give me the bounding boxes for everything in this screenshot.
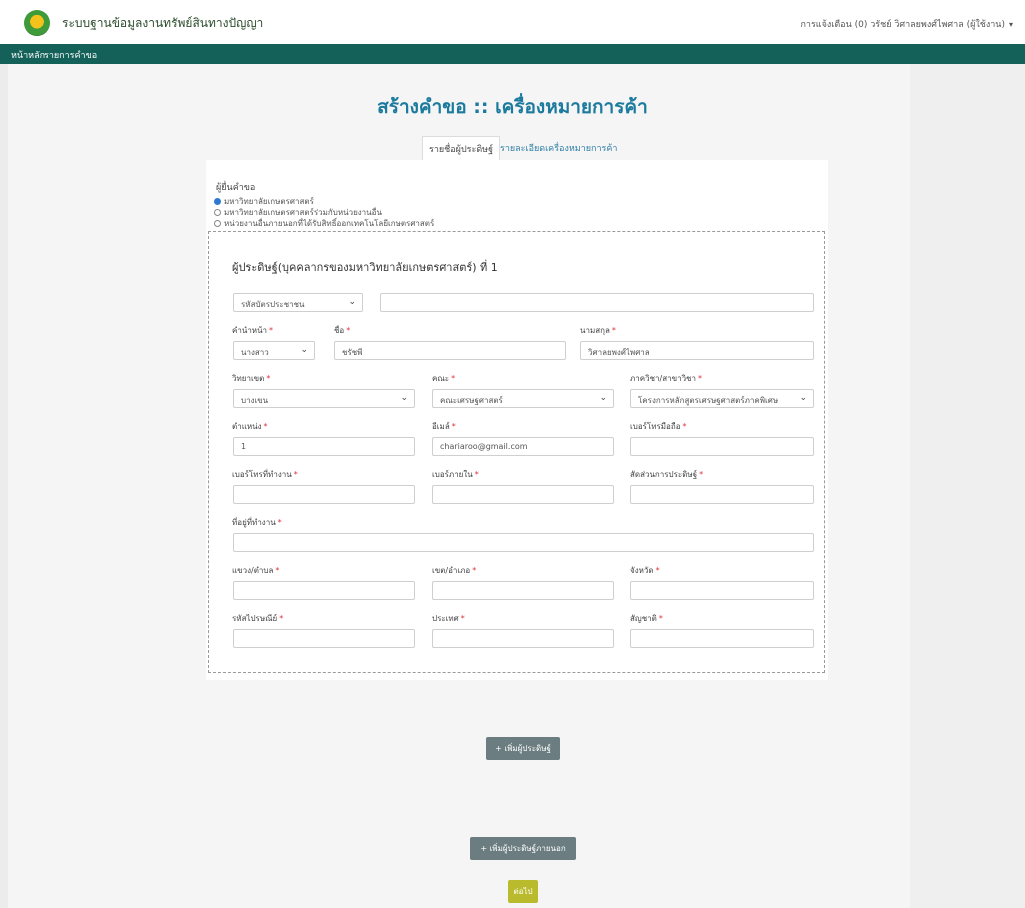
first-name-label: ชื่อ * bbox=[334, 326, 351, 335]
country-input[interactable] bbox=[432, 629, 614, 648]
campus-label: วิทยาเขต * bbox=[232, 374, 271, 383]
postcode-input[interactable] bbox=[233, 629, 415, 648]
id-type-select[interactable]: รหัสบัตรประชาชน ⌄ bbox=[233, 293, 363, 312]
radio-label: มหาวิทยาลัยเกษตรศาสตร์ bbox=[224, 197, 314, 206]
country-label-text: ประเทศ bbox=[432, 614, 459, 623]
chevron-down-icon: ⌄ bbox=[300, 345, 308, 355]
subdistrict-label-text: แขวง/ตำบล bbox=[232, 566, 274, 575]
tab-trademark-details[interactable]: รายละเอียดเครื่องหมายการค้า bbox=[494, 136, 623, 160]
inventor-section-title: ผู้ประดิษฐ์(บุคคลากรของมหาวิทยาลัยเกษตรศ… bbox=[232, 261, 498, 274]
chevron-down-icon[interactable]: ▾ bbox=[1009, 20, 1013, 29]
ratio-label: สัดส่วนการประดิษฐ์ * bbox=[630, 470, 704, 479]
department-select[interactable]: โครงการหลักสูตรเศรษฐศาสตร์ภาคพิเศษ ⌄ bbox=[630, 389, 814, 408]
province-label: จังหวัด * bbox=[630, 566, 660, 575]
prefix-value: นางสาว bbox=[241, 348, 269, 357]
office-phone-label-text: เบอร์โทรที่ทำงาน bbox=[232, 470, 292, 479]
district-input[interactable] bbox=[432, 581, 614, 600]
share-label-text: เบอร์ภายใน bbox=[432, 470, 473, 479]
department-label-text: ภาควิชา/สาขาวิชา bbox=[630, 374, 696, 383]
province-input[interactable] bbox=[630, 581, 814, 600]
campus-select[interactable]: บางเขน ⌄ bbox=[233, 389, 415, 408]
address-label: ที่อยู่ที่ทำงาน * bbox=[232, 518, 282, 527]
applicant-radio-external[interactable]: หน่วยงานอื่นภายนอกที่ได้รับสิทธิ์ออกเทคโ… bbox=[214, 217, 434, 230]
prefix-label-text: คำนำหน้า bbox=[232, 326, 268, 335]
share-label: เบอร์ภายใน * bbox=[432, 470, 479, 479]
nav-requests-link[interactable]: รายการคำขอ bbox=[44, 48, 97, 62]
position-label: ตำแหน่ง * bbox=[232, 422, 268, 431]
user-menu[interactable]: การแจ้งเตือน (0) วรัชย์ วิศาลยพงศ์ไพศาล … bbox=[800, 17, 1013, 31]
top-header: ระบบฐานข้อมูลงานทรัพย์สินทางปัญญา การแจ้… bbox=[0, 0, 1025, 44]
applicant-label: ผู้ยื่นคำขอ bbox=[216, 183, 256, 193]
radio-selected-icon[interactable] bbox=[214, 198, 221, 205]
user-menu-text[interactable]: การแจ้งเตือน (0) วรัชย์ วิศาลยพงศ์ไพศาล … bbox=[800, 20, 1005, 30]
radio-label: หน่วยงานอื่นภายนอกที่ได้รับสิทธิ์ออกเทคโ… bbox=[224, 219, 435, 228]
faculty-select[interactable]: คณะเศรษฐศาสตร์ ⌄ bbox=[432, 389, 614, 408]
page-title: สร้างคำขอ :: เครื่องหมายการค้า bbox=[377, 96, 648, 118]
chevron-down-icon: ⌄ bbox=[348, 297, 356, 307]
chevron-down-icon: ⌄ bbox=[400, 393, 408, 403]
next-button[interactable]: ต่อไป bbox=[508, 880, 538, 903]
country-label: ประเทศ * bbox=[432, 614, 465, 623]
postcode-label: รหัสไปรษณีย์ * bbox=[232, 614, 284, 623]
first-name-input[interactable]: ชรัชพี bbox=[334, 341, 566, 360]
nav-home-link[interactable]: หน้าหลัก bbox=[11, 48, 45, 62]
nationality-input[interactable] bbox=[630, 629, 814, 648]
prefix-label: คำนำหน้า * bbox=[232, 326, 274, 335]
subdistrict-input[interactable] bbox=[233, 581, 415, 600]
mobile-label: เบอร์โทรมือถือ * bbox=[630, 422, 687, 431]
page-gutter-right bbox=[910, 64, 1025, 908]
radio-icon[interactable] bbox=[214, 220, 221, 227]
mobile-label-text: เบอร์โทรมือถือ bbox=[630, 422, 681, 431]
email-input[interactable]: chariaroo@gmail.com bbox=[432, 437, 614, 456]
province-label-text: จังหวัด bbox=[630, 566, 654, 575]
position-label-text: ตำแหน่ง bbox=[232, 422, 262, 431]
district-label: เขต/อำเภอ * bbox=[432, 566, 477, 575]
position-input[interactable]: 1 bbox=[233, 437, 415, 456]
faculty-label: คณะ * bbox=[432, 374, 456, 383]
postcode-label-text: รหัสไปรษณีย์ bbox=[232, 614, 278, 623]
faculty-value: คณะเศรษฐศาสตร์ bbox=[440, 396, 503, 405]
tab-inventors[interactable]: รายชื่อผู้ประดิษฐ์ bbox=[422, 136, 501, 162]
district-label-text: เขต/อำเภอ bbox=[432, 566, 471, 575]
subdistrict-label: แขวง/ตำบล * bbox=[232, 566, 280, 575]
site-title[interactable]: ระบบฐานข้อมูลงานทรัพย์สินทางปัญญา bbox=[62, 14, 263, 33]
email-label: อีเมล์ * bbox=[432, 422, 456, 431]
office-phone-label: เบอร์โทรที่ทำงาน * bbox=[232, 470, 298, 479]
department-value: โครงการหลักสูตรเศรษฐศาสตร์ภาคพิเศษ bbox=[638, 396, 779, 405]
page-gutter-left bbox=[0, 64, 8, 908]
ratio-input[interactable] bbox=[630, 485, 814, 504]
nationality-label: สัญชาติ * bbox=[630, 614, 663, 623]
add-external-inventor-button[interactable]: + เพิ่มผู้ประดิษฐ์ภายนอก bbox=[470, 837, 576, 860]
department-label: ภาควิชา/สาขาวิชา * bbox=[630, 374, 702, 383]
first-name-label-text: ชื่อ bbox=[334, 326, 345, 335]
mobile-input[interactable] bbox=[630, 437, 814, 456]
faculty-label-text: คณะ bbox=[432, 374, 450, 383]
nationality-label-text: สัญชาติ bbox=[630, 614, 657, 623]
share-input[interactable] bbox=[432, 485, 614, 504]
add-inventor-button[interactable]: + เพิ่มผู้ประดิษฐ์ bbox=[486, 737, 560, 760]
chevron-down-icon: ⌄ bbox=[799, 393, 807, 403]
id-type-value: รหัสบัตรประชาชน bbox=[241, 300, 305, 309]
address-label-text: ที่อยู่ที่ทำงาน bbox=[232, 518, 276, 527]
radio-label: มหาวิทยาลัยเกษตรศาสตร์ร่วมกับหน่วยงานอื่… bbox=[224, 208, 382, 217]
last-name-input[interactable]: วิศาลยพงศ์ไพศาล bbox=[580, 341, 814, 360]
office-phone-input[interactable] bbox=[233, 485, 415, 504]
prefix-select[interactable]: นางสาว ⌄ bbox=[233, 341, 315, 360]
campus-label-text: วิทยาเขต bbox=[232, 374, 265, 383]
id-number-input[interactable] bbox=[380, 293, 814, 312]
ratio-label-text: สัดส่วนการประดิษฐ์ bbox=[630, 470, 698, 479]
last-name-label-text: นามสกุล bbox=[580, 326, 610, 335]
site-logo-icon[interactable] bbox=[24, 10, 50, 36]
chevron-down-icon: ⌄ bbox=[599, 393, 607, 403]
last-name-label: นามสกุล * bbox=[580, 326, 616, 335]
radio-icon[interactable] bbox=[214, 209, 221, 216]
address-input[interactable] bbox=[233, 533, 814, 552]
main-navbar: หน้าหลัก รายการคำขอ bbox=[0, 44, 1025, 64]
email-label-text: อีเมล์ bbox=[432, 422, 450, 431]
campus-value: บางเขน bbox=[241, 396, 269, 405]
